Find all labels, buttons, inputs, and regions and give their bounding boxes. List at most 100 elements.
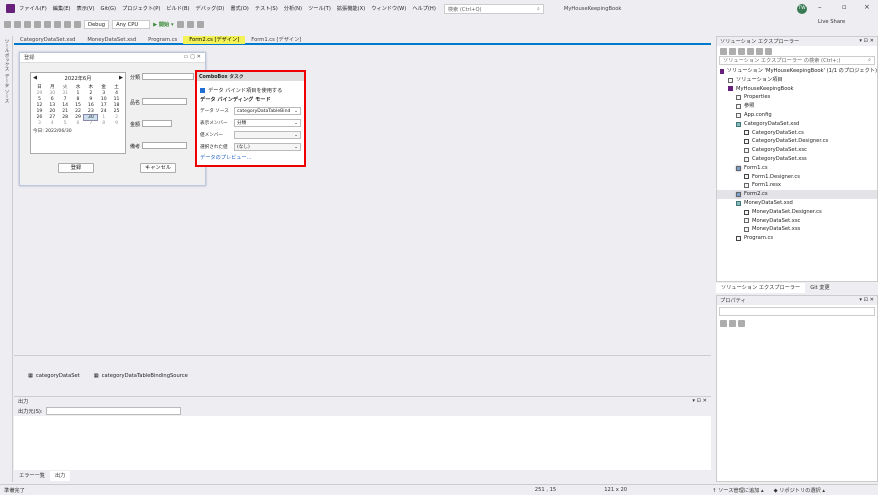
menu-help[interactable]: ヘルプ(H) xyxy=(412,5,436,12)
output-content[interactable] xyxy=(14,416,711,469)
repository-button[interactable]: ◆ リポジトリの選択 ▴ xyxy=(774,487,825,494)
back-icon[interactable] xyxy=(4,21,11,28)
close-icon[interactable]: × xyxy=(864,3,870,11)
calendar-day[interactable]: 20 xyxy=(46,109,59,114)
calendar-day[interactable]: 9 xyxy=(84,97,97,102)
calendar-day[interactable]: 2 xyxy=(110,115,123,120)
tree-node[interactable]: Properties xyxy=(717,93,877,102)
tab-program[interactable]: Program.cs xyxy=(142,36,183,44)
tree-node[interactable]: ソリューション 'MyHouseKeepingBook' (1/1 のプロジェク… xyxy=(717,67,877,76)
tree-node[interactable]: Form2.cs xyxy=(717,190,877,199)
tree-node[interactable]: Form1.Designer.cs xyxy=(717,173,877,182)
calendar-day[interactable]: 3 xyxy=(33,121,46,126)
switch-views-icon[interactable] xyxy=(729,47,736,55)
calendar-day[interactable]: 1 xyxy=(97,115,110,120)
maximize-icon[interactable]: ▫ xyxy=(842,3,847,11)
menu-debug[interactable]: デバッグ(D) xyxy=(196,5,225,12)
tab-form2-design[interactable]: Form2.cs [デザイン] xyxy=(183,36,246,44)
calendar-day[interactable]: 22 xyxy=(72,109,85,114)
run-button[interactable]: ▶ 開始 ▾ xyxy=(153,21,174,28)
menu-test[interactable]: テスト(S) xyxy=(255,5,278,12)
use-bound-checkbox[interactable] xyxy=(200,87,205,93)
calendar-grid[interactable]: 日月火水木金土 29 30 31 1 2 3 4 5 6 7 8 9 10 11 12 13 14 15 16 17 18… xyxy=(33,84,123,126)
redo-icon[interactable] xyxy=(74,21,81,28)
calendar-day[interactable]: 16 xyxy=(84,103,97,108)
categorized-icon[interactable] xyxy=(720,319,727,327)
calendar-day[interactable]: 12 xyxy=(33,103,46,108)
prev-month-icon[interactable]: ◀ xyxy=(33,75,37,82)
calendar-day[interactable]: 19 xyxy=(33,109,46,114)
calendar-day[interactable]: 4 xyxy=(110,91,123,96)
calendar-day[interactable]: 24 xyxy=(97,109,110,114)
calendar-day[interactable]: 14 xyxy=(59,103,72,108)
menu-build[interactable]: ビルド(B) xyxy=(166,5,189,12)
calendar-day[interactable]: 17 xyxy=(97,103,110,108)
toolbox-tab[interactable]: ツールボックス xyxy=(3,39,9,71)
tree-node[interactable]: ソリューション項目 xyxy=(717,76,877,85)
calendar-day[interactable]: 9 xyxy=(110,121,123,126)
menu-analyze[interactable]: 分析(N) xyxy=(284,5,302,12)
save-all-icon[interactable] xyxy=(54,21,61,28)
align-icon[interactable] xyxy=(186,21,194,28)
tree-node[interactable]: MoneyDataSet.Designer.cs xyxy=(717,208,877,217)
calendar-day[interactable]: 7 xyxy=(59,97,72,102)
menu-git[interactable]: Git(G) xyxy=(100,6,116,12)
menu-view[interactable]: 表示(V) xyxy=(77,5,95,12)
selected-value-select[interactable]: (なし) ⌄ xyxy=(234,143,301,151)
tab-categorydataset[interactable]: CategoryDataSet.xsd xyxy=(14,36,81,44)
undo-icon[interactable] xyxy=(64,21,71,28)
cancel-button[interactable]: キャンセル xyxy=(140,163,176,173)
tab-moneydataset[interactable]: MoneyDataSet.xsd xyxy=(81,36,142,44)
properties-icon[interactable] xyxy=(765,47,772,55)
tree-node[interactable]: Program.cs xyxy=(717,234,877,243)
avatar[interactable]: TW xyxy=(797,4,807,14)
calendar-day[interactable]: 1 xyxy=(72,91,85,96)
calendar-day[interactable]: 29 xyxy=(33,91,46,96)
calendar-day[interactable]: 6 xyxy=(72,121,85,126)
tree-node[interactable]: MoneyDataSet.xss xyxy=(717,225,877,234)
menu-edit[interactable]: 編集(E) xyxy=(53,5,71,12)
alphabetical-icon[interactable] xyxy=(729,319,736,327)
tree-node[interactable]: 参照 xyxy=(717,102,877,111)
calendar-day[interactable]: 28 xyxy=(59,115,72,120)
output-source-select[interactable] xyxy=(45,407,181,415)
calendar-day[interactable]: 25 xyxy=(110,109,123,114)
tray-category-dataset[interactable]: ▦ categoryDataSet xyxy=(28,373,80,379)
calendar-day[interactable]: 4 xyxy=(46,121,59,126)
memo-input[interactable] xyxy=(142,142,187,149)
use-bound-row[interactable]: データ バインド項目を使用する xyxy=(200,84,301,96)
tab-solution-explorer[interactable]: ソリューション エクスプローラー xyxy=(716,283,806,293)
calendar-day[interactable]: 13 xyxy=(46,103,59,108)
new-project-icon[interactable] xyxy=(24,21,31,28)
calendar-day[interactable]: 30 xyxy=(83,114,99,121)
property-pages-icon[interactable] xyxy=(738,319,745,327)
data-sources-tab[interactable]: データ ソース xyxy=(3,74,9,103)
calendar-today[interactable]: 今日: 2022/06/30 xyxy=(33,128,123,134)
calendar-day[interactable]: 2 xyxy=(84,91,97,96)
item-input[interactable] xyxy=(142,98,187,105)
layout-icon[interactable] xyxy=(196,21,204,28)
home-icon[interactable] xyxy=(720,47,727,55)
tab-output[interactable]: 出力 xyxy=(49,471,71,481)
tree-node[interactable]: MoneyDataSet.xsd xyxy=(717,199,877,208)
tree-node[interactable]: CategoryDataSet.xss xyxy=(717,155,877,164)
tree-node[interactable]: Form1.cs xyxy=(717,164,877,173)
platform-select[interactable]: Any CPU xyxy=(112,20,151,29)
refresh-icon[interactable] xyxy=(747,47,754,55)
live-share-button[interactable]: Live Share xyxy=(818,19,845,25)
object-select[interactable] xyxy=(719,307,875,316)
tab-error-list[interactable]: エラー一覧 xyxy=(14,471,50,481)
calendar-day[interactable]: 7 xyxy=(84,121,97,126)
tree-node[interactable]: CategoryDataSet.cs xyxy=(717,129,877,138)
calendar-day[interactable]: 31 xyxy=(59,91,72,96)
calendar-day[interactable]: 8 xyxy=(72,97,85,102)
menu-extensions[interactable]: 拡張機能(X) xyxy=(337,5,365,12)
data-source-select[interactable]: categoryDataTableBind ⌄ xyxy=(234,107,301,115)
register-button[interactable]: 登録 xyxy=(58,163,94,173)
calendar-day[interactable]: 5 xyxy=(59,121,72,126)
calendar-day[interactable]: 21 xyxy=(59,109,72,114)
calendar-day[interactable]: 26 xyxy=(33,115,46,120)
tree-node[interactable]: CategoryDataSet.xsc xyxy=(717,146,877,155)
tab-form1-design[interactable]: Form1.cs [デザイン] xyxy=(245,36,307,44)
menu-window[interactable]: ウィンドウ(W) xyxy=(371,5,406,12)
